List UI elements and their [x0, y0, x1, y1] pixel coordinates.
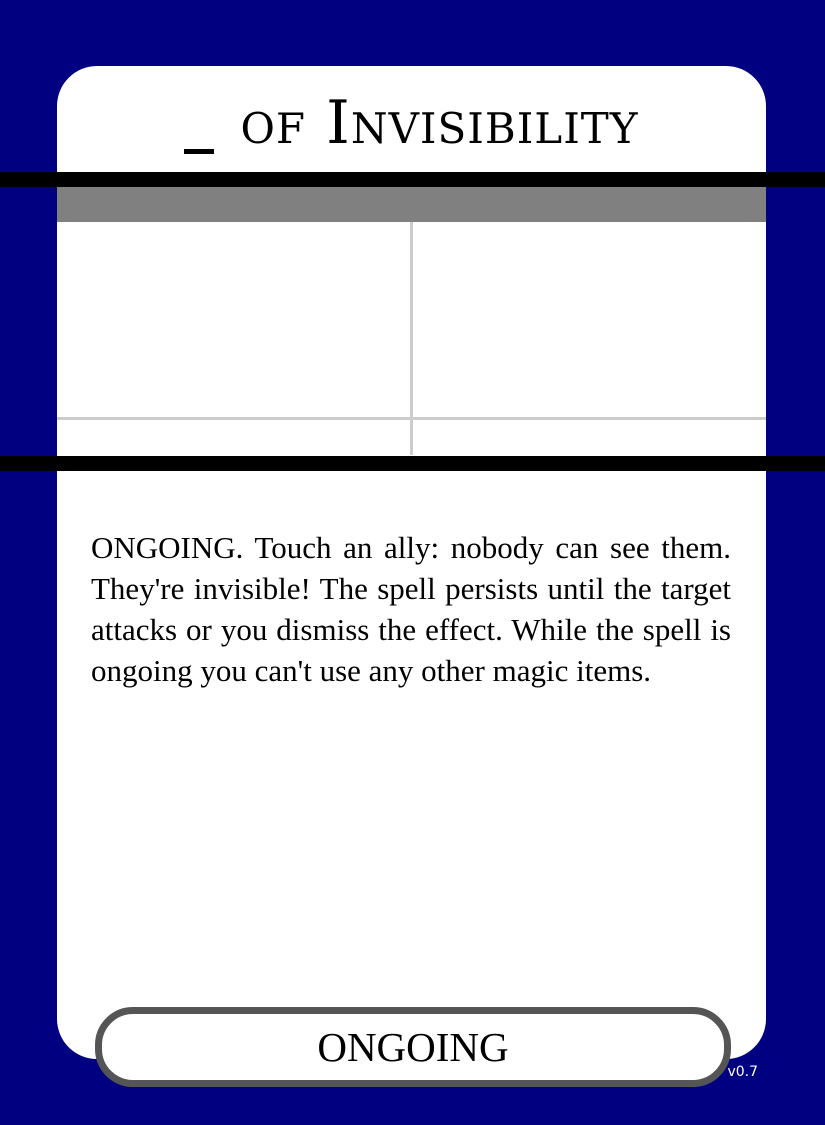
bottom-divider-line	[0, 456, 825, 471]
version-label: v0.7	[727, 1064, 758, 1080]
card-title: of Invisibility	[57, 66, 766, 172]
card-tag: ONGOING	[95, 1007, 731, 1087]
card-tag-label: ONGOING	[317, 1024, 509, 1070]
header-bar	[57, 187, 766, 222]
title-blank-placeholder	[184, 148, 215, 154]
grid-horizontal-divider	[57, 417, 766, 420]
card-description: ONGOING. Touch an ally: nobody can see t…	[91, 530, 731, 688]
stats-grid	[57, 222, 766, 455]
grid-vertical-divider	[410, 222, 413, 455]
top-divider-line	[0, 172, 825, 187]
card-title-text: of Invisibility	[240, 88, 639, 158]
